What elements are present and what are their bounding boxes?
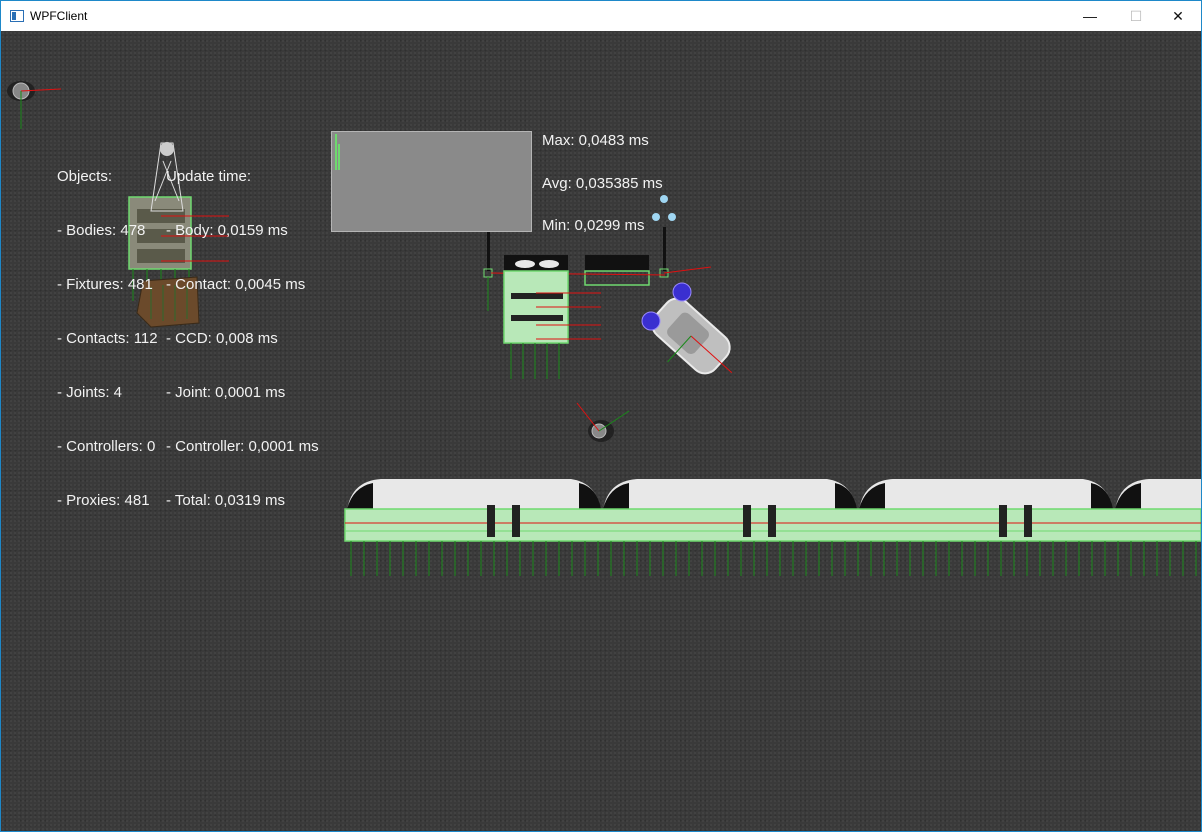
minimize-button[interactable]: — bbox=[1067, 1, 1113, 31]
joint-time: - Joint: 0,0001 ms bbox=[166, 384, 286, 401]
character-top-left bbox=[7, 81, 62, 129]
app-window: WPFClient — ☐ ✕ Objects: - Bodies: 478 -… bbox=[0, 0, 1202, 832]
physics-canvas[interactable]: Objects: - Bodies: 478 - Fixtures: 481 -… bbox=[1, 31, 1201, 831]
train bbox=[344, 479, 1201, 576]
title-bar[interactable]: WPFClient — ☐ ✕ bbox=[1, 1, 1201, 31]
car-wheel-joint-1 bbox=[672, 282, 692, 302]
window-title: WPFClient bbox=[30, 9, 88, 23]
train-car-4 bbox=[1115, 479, 1201, 511]
objects-stats: Objects: - Bodies: 478 - Fixtures: 481 -… bbox=[57, 132, 158, 546]
contact-time: - Contact: 0,0045 ms bbox=[166, 276, 306, 293]
update-time-header: Update time: bbox=[166, 168, 252, 185]
contacts-count: - Contacts: 112 bbox=[57, 330, 158, 347]
train-car-2 bbox=[603, 479, 857, 511]
car-wheel-joint-2 bbox=[641, 311, 661, 331]
train-car-1 bbox=[347, 479, 601, 511]
character-middle bbox=[576, 402, 630, 442]
ccd-time: - CCD: 0,008 ms bbox=[166, 330, 278, 347]
proxies-count: - Proxies: 481 bbox=[57, 492, 150, 509]
performance-graph bbox=[331, 131, 532, 232]
train-axis-lines bbox=[350, 541, 1197, 576]
joints-count: - Joints: 4 bbox=[57, 384, 123, 401]
car-body bbox=[651, 297, 733, 375]
body-time: - Body: 0,0159 ms bbox=[166, 222, 288, 239]
controllers-count: - Controllers: 0 bbox=[57, 438, 156, 455]
graph-max: Max: 0,0483 ms bbox=[542, 132, 649, 149]
fixtures-count: - Fixtures: 481 bbox=[57, 276, 153, 293]
street-lamp-right bbox=[652, 195, 712, 278]
close-button[interactable]: ✕ bbox=[1155, 1, 1201, 31]
bodies-count: - Bodies: 478 bbox=[57, 222, 146, 239]
performance-graph-line bbox=[335, 134, 340, 170]
maximize-button[interactable]: ☐ bbox=[1113, 1, 1159, 31]
controller-time: - Controller: 0,0001 ms bbox=[166, 438, 319, 455]
graph-avg: Avg: 0,035385 ms bbox=[542, 175, 663, 192]
total-time: - Total: 0,0319 ms bbox=[166, 492, 285, 509]
graph-min: Min: 0,0299 ms bbox=[542, 217, 645, 234]
app-icon bbox=[10, 10, 24, 22]
update-time-stats: Update time: - Body: 0,0159 ms - Contact… bbox=[166, 132, 319, 546]
train-car-3 bbox=[859, 479, 1113, 511]
objects-header: Objects: bbox=[57, 168, 113, 185]
